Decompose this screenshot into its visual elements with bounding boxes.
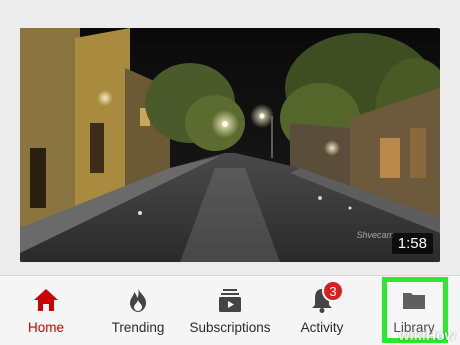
subscriptions-icon [216, 286, 244, 314]
activity-badge: 3 [322, 280, 344, 302]
video-duration: 1:58 [391, 233, 433, 254]
nav-trending[interactable]: Trending [92, 276, 184, 345]
nav-activity[interactable]: 3 Activity [276, 276, 368, 345]
video-thumbnail[interactable]: Shvecam 1:58 [20, 28, 440, 262]
wikihow-suffix: How [425, 327, 456, 343]
bell-icon: 3 [308, 280, 344, 314]
flame-icon [124, 286, 152, 314]
nav-home[interactable]: Home [0, 276, 92, 345]
wikihow-watermark: wikiHow [399, 327, 456, 343]
nav-trending-label: Trending [111, 320, 165, 335]
nav-home-label: Home [27, 320, 64, 335]
home-icon [32, 286, 60, 314]
nav-subscriptions-label: Subscriptions [189, 320, 271, 335]
video-watermark: Shvecam [356, 230, 394, 240]
wikihow-prefix: wiki [398, 327, 426, 343]
nav-subscriptions[interactable]: Subscriptions [184, 276, 276, 345]
nav-activity-label: Activity [300, 320, 344, 335]
street-night-thumbnail [20, 28, 440, 262]
